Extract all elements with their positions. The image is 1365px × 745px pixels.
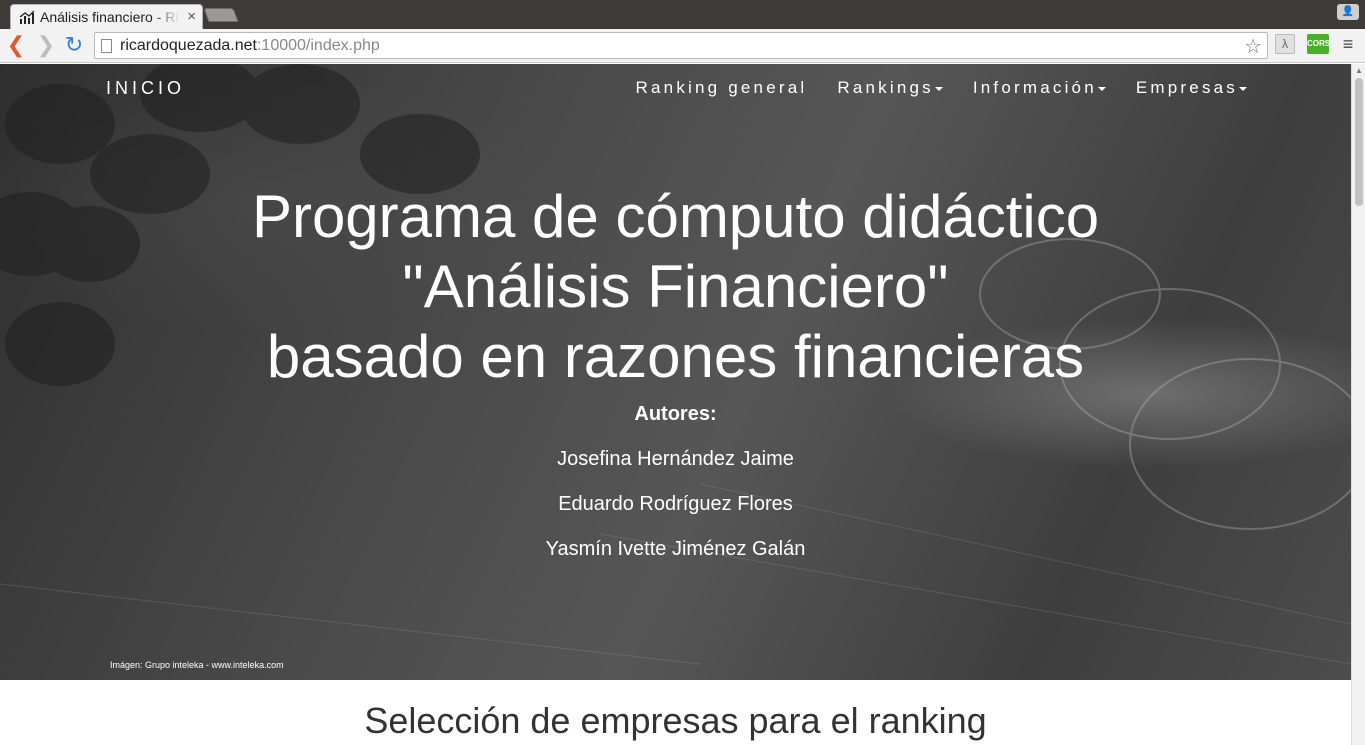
chart-favicon-icon: [19, 10, 35, 24]
nav-item-label: Rankings: [837, 78, 934, 97]
site-navbar: INICIO Ranking general Rankings Informac…: [0, 64, 1351, 114]
browser-toolbar: ❮ ❯ ↻ ricardoquezada.net:10000/index.php…: [0, 29, 1365, 63]
section-title: Selección de empresas para el ranking: [364, 700, 987, 741]
image-credit: Imágen: Grupo inteleka - www.inteleka.co…: [110, 660, 284, 670]
page-scrollbar[interactable]: ▲: [1351, 64, 1365, 745]
nav-item-rankings[interactable]: Rankings: [837, 78, 943, 98]
nav-brand-inicio[interactable]: INICIO: [106, 78, 185, 99]
hero-title-line-1: Programa de cómputo didáctico: [251, 183, 1100, 250]
browser-tab[interactable]: Análisis financiero - Ricardo Quezada ×: [10, 4, 203, 29]
author-name: Eduardo Rodríguez Flores: [558, 493, 793, 515]
nav-item-informacion[interactable]: Información: [973, 78, 1106, 98]
nav-item-ranking-general[interactable]: Ranking general: [636, 78, 808, 98]
caret-down-icon: [1239, 86, 1247, 91]
tab-title: Análisis financiero - Ricardo Quezada: [40, 9, 180, 25]
caret-down-icon: [1097, 86, 1106, 91]
hero-title: Programa de cómputo didáctico "Análisis …: [0, 182, 1351, 392]
page-viewport: INICIO Ranking general Rankings Informac…: [0, 64, 1351, 745]
scrollbar-thumb[interactable]: [1355, 78, 1363, 206]
nav-item-empresas[interactable]: Empresas: [1136, 78, 1247, 98]
forward-arrow-icon[interactable]: ❯: [35, 33, 57, 57]
nav-menu: Ranking general Rankings Información Emp…: [606, 78, 1247, 98]
authors-label: Autores:: [634, 403, 717, 425]
hero-section: INICIO Ranking general Rankings Informac…: [0, 64, 1351, 680]
bookmark-star-icon[interactable]: ☆: [1244, 34, 1262, 59]
new-tab-button[interactable]: [203, 8, 239, 22]
browser-titlebar: Análisis financiero - Ricardo Quezada × …: [0, 0, 1365, 29]
hero-title-line-3: basado en razones financieras: [266, 323, 1085, 390]
reload-icon[interactable]: ↻: [63, 33, 85, 57]
nav-item-label: Información: [972, 78, 1097, 97]
page-icon: [101, 38, 112, 53]
nav-item-label: Ranking general: [635, 78, 808, 97]
author-name: Josefina Hernández Jaime: [557, 448, 794, 470]
scroll-up-arrow-icon[interactable]: ▲: [1355, 66, 1363, 75]
address-bar[interactable]: ricardoquezada.net:10000/index.php ☆: [94, 32, 1268, 59]
nav-item-label: Empresas: [1135, 78, 1238, 97]
profile-icon[interactable]: 👤: [1337, 4, 1359, 20]
url-path: :10000/index.php: [256, 36, 380, 54]
author-name: Yasmín Ivette Jiménez Galán: [545, 538, 806, 560]
lambda-extension-icon[interactable]: λ: [1275, 34, 1295, 54]
browser-menu-icon[interactable]: ≡: [1340, 35, 1356, 53]
tab-close-icon[interactable]: ×: [187, 8, 196, 25]
cors-extension-icon[interactable]: CORS: [1307, 34, 1330, 54]
back-arrow-icon[interactable]: ❮: [5, 33, 27, 57]
url-host: ricardoquezada.net: [120, 36, 257, 54]
hero-title-line-2: "Análisis Financiero": [402, 253, 949, 320]
caret-down-icon: [934, 86, 943, 91]
